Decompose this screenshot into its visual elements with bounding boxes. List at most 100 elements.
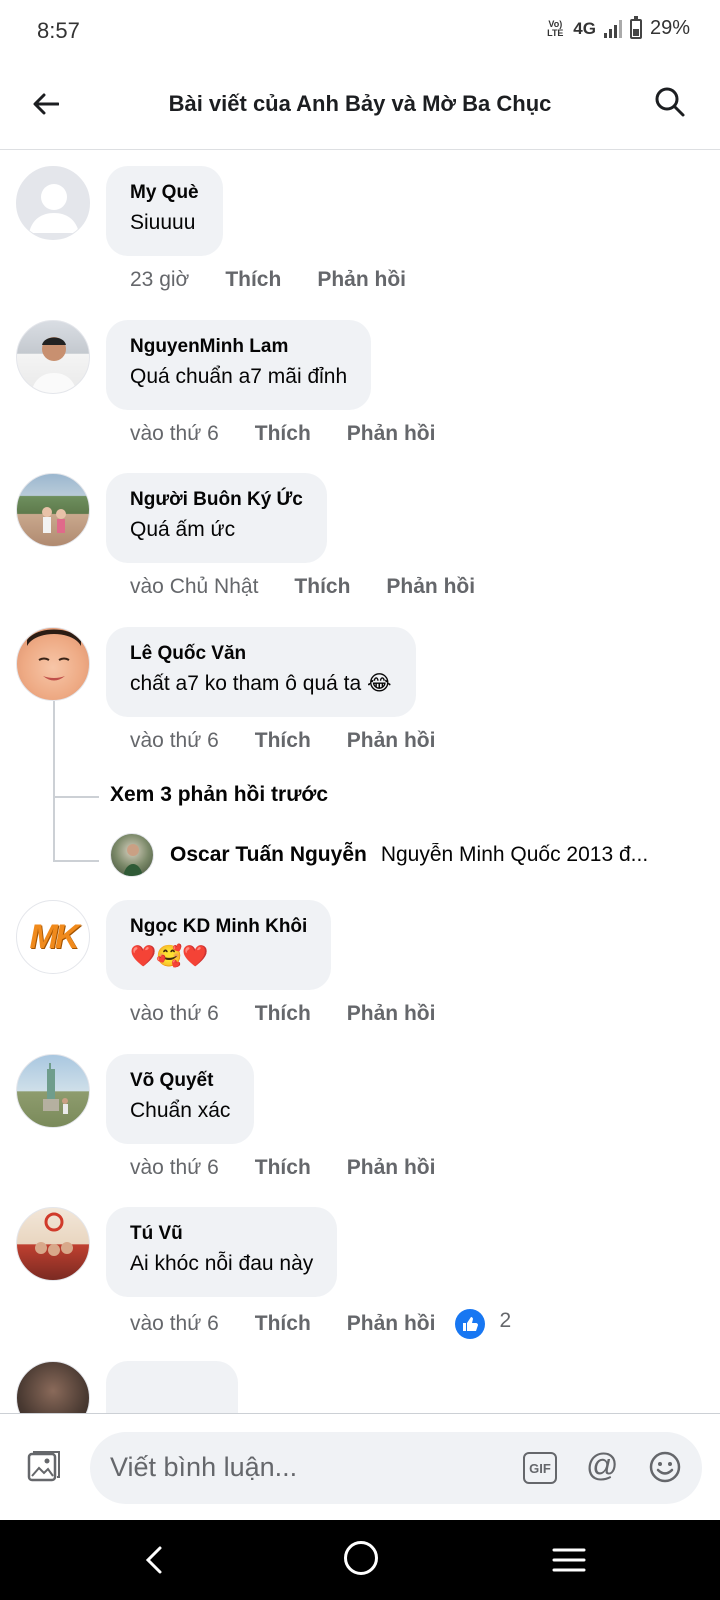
comment-actions: vào thứ 6 Thích Phản hồi (130, 1002, 435, 1026)
avatar[interactable] (16, 1207, 90, 1281)
like-reaction-icon (455, 1309, 486, 1339)
comment-actions: 23 giờ Thích Phản hồi (130, 268, 406, 292)
comment-composer: Viết bình luận... GIF @ (0, 1413, 720, 1520)
smiley-icon (649, 1451, 681, 1483)
comment-author[interactable]: Người Buôn Ký Ức (130, 487, 303, 513)
photo-button[interactable] (26, 1449, 62, 1485)
comment-text: Quá ấm ức (130, 518, 236, 541)
comments-list[interactable]: My Què Siuuuu 23 giờ Thích Phản hồi Nguy… (0, 150, 720, 1413)
status-icons: Vo) LTE 4G 29% (545, 15, 690, 40)
comment-bubble[interactable]: Võ Quyết Chuẩn xác (106, 1054, 255, 1144)
reaction-summary[interactable]: 2 (455, 1309, 511, 1339)
avatar[interactable] (16, 1054, 90, 1128)
comment-text: Quá chuẩn a7 mãi đỉnh (130, 365, 348, 388)
view-previous-replies-link[interactable]: Xem 3 phản hồi trước (110, 783, 328, 807)
comment-bubble[interactable]: NguyenMinh Lam Quá chuẩn a7 mãi đỉnh (106, 320, 372, 410)
thread-line (53, 796, 99, 798)
like-button[interactable]: Thích (255, 422, 311, 446)
avatar[interactable] (16, 1361, 90, 1413)
comment-actions: vào Chủ Nhật Thích Phản hồi (130, 575, 475, 599)
page-title: Bài viết của Anh Bảy và Mờ Ba Chục (168, 91, 552, 116)
comment-author[interactable]: Ngọc KD Minh Khôi (130, 914, 307, 940)
emoji-button[interactable] (648, 1450, 682, 1484)
statue-photo-icon (43, 1063, 68, 1114)
signal-icon (603, 19, 622, 38)
gif-button[interactable]: GIF (523, 1452, 557, 1484)
comment-bubble[interactable]: Tú Vũ Ai khóc nỗi đau này (106, 1207, 338, 1297)
nav-home-button[interactable] (344, 1541, 378, 1575)
menu-lines-icon (552, 1548, 586, 1572)
comment-time[interactable]: vào thứ 6 (130, 729, 219, 753)
photo-icon (27, 1451, 60, 1482)
mention-button[interactable]: @ (586, 1447, 618, 1484)
comment-bubble[interactable]: My Què Siuuuu (106, 166, 223, 256)
family-photo-icon (35, 1212, 73, 1256)
search-icon (655, 87, 685, 117)
reply-preview[interactable]: Oscar Tuấn Nguyễn Nguyễn Minh Quốc 2013 … (110, 833, 710, 877)
thread-line (53, 860, 99, 862)
comment-text: Ai khóc nỗi đau này (130, 1252, 314, 1275)
like-button[interactable]: Thích (255, 1312, 311, 1336)
comment-author[interactable]: Tú Vũ (130, 1221, 313, 1247)
comment-author[interactable]: Lê Quốc Văn (130, 641, 392, 667)
status-time: 8:57 (37, 18, 80, 43)
comment-author[interactable]: NguyenMinh Lam (130, 334, 347, 360)
comment-text: chất a7 ko tham ô quá ta 😂 (130, 672, 392, 695)
reply-button[interactable]: Phản hồi (386, 575, 475, 599)
like-button[interactable]: Thích (225, 268, 281, 292)
reply-author[interactable]: Oscar Tuấn Nguyễn (170, 843, 367, 867)
comment-bubble[interactable]: Người Buôn Ký Ức Quá ấm ức (106, 473, 327, 563)
comment-time[interactable]: vào thứ 6 (130, 422, 219, 446)
comment-bubble[interactable] (106, 1361, 238, 1413)
comment-actions: vào thứ 6 Thích Phản hồi 2 (130, 1309, 511, 1339)
person-photo-icon (31, 337, 77, 393)
comment-text: Chuẩn xác (130, 1099, 231, 1122)
nav-back-button[interactable] (138, 1542, 174, 1578)
reply-text: Nguyễn Minh Quốc 2013 đ... (380, 843, 649, 866)
comment-time[interactable]: vào Chủ Nhật (130, 575, 258, 599)
person-photo-icon (123, 844, 143, 876)
like-button[interactable]: Thích (255, 1156, 311, 1180)
battery-percent: 29% (649, 17, 690, 39)
reply-button[interactable]: Phản hồi (347, 1156, 436, 1180)
comment-text: Siuuuu (130, 211, 196, 234)
reply-button[interactable]: Phản hồi (347, 422, 436, 446)
battery-icon (629, 15, 642, 39)
comment-bubble[interactable]: Lê Quốc Văn chất a7 ko tham ô quá ta 😂 (106, 627, 416, 717)
like-button[interactable]: Thích (255, 1002, 311, 1026)
volte-icon: Vo) LTE (547, 18, 564, 38)
comment-bubble[interactable]: Ngọc KD Minh Khôi ❤️🥰❤️ (106, 900, 332, 990)
nav-recents-button[interactable] (551, 1546, 587, 1574)
avatar[interactable] (16, 627, 90, 701)
comment-actions: vào thứ 6 Thích Phản hồi (130, 422, 435, 446)
system-navigation-bar (0, 1520, 720, 1600)
avatar[interactable] (16, 473, 90, 547)
comment-text: ❤️🥰❤️ (130, 945, 209, 968)
face-photo-icon (27, 629, 81, 681)
avatar[interactable] (110, 833, 154, 877)
reply-button[interactable]: Phản hồi (347, 1002, 436, 1026)
mk-logo: MK (29, 917, 80, 956)
comment-time[interactable]: vào thứ 6 (130, 1312, 219, 1336)
comment-input-placeholder[interactable]: Viết bình luận... (110, 1452, 297, 1483)
reaction-count: 2 (499, 1309, 512, 1332)
comment-time[interactable]: vào thứ 6 (130, 1002, 219, 1026)
header: Bài viết của Anh Bảy và Mờ Ba Chục (0, 60, 720, 150)
comment-actions: vào thứ 6 Thích Phản hồi (130, 1156, 435, 1180)
reply-button[interactable]: Phản hồi (317, 268, 406, 292)
like-button[interactable]: Thích (294, 575, 350, 599)
comment-author[interactable]: Võ Quyết (130, 1068, 230, 1094)
group-photo-icon (42, 507, 66, 533)
comment-actions: vào thứ 6 Thích Phản hồi (130, 729, 435, 753)
avatar[interactable] (16, 166, 90, 240)
status-bar: 8:57 Vo) LTE 4G 29% (0, 0, 720, 60)
reply-button[interactable]: Phản hồi (347, 729, 436, 753)
reply-button[interactable]: Phản hồi (347, 1312, 436, 1336)
comment-author[interactable]: My Què (130, 180, 199, 206)
comment-time[interactable]: vào thứ 6 (130, 1156, 219, 1180)
like-button[interactable]: Thích (255, 729, 311, 753)
comment-time[interactable]: 23 giờ (130, 268, 189, 292)
search-button[interactable] (654, 86, 690, 122)
avatar[interactable]: MK (16, 900, 90, 974)
avatar[interactable] (16, 320, 90, 394)
